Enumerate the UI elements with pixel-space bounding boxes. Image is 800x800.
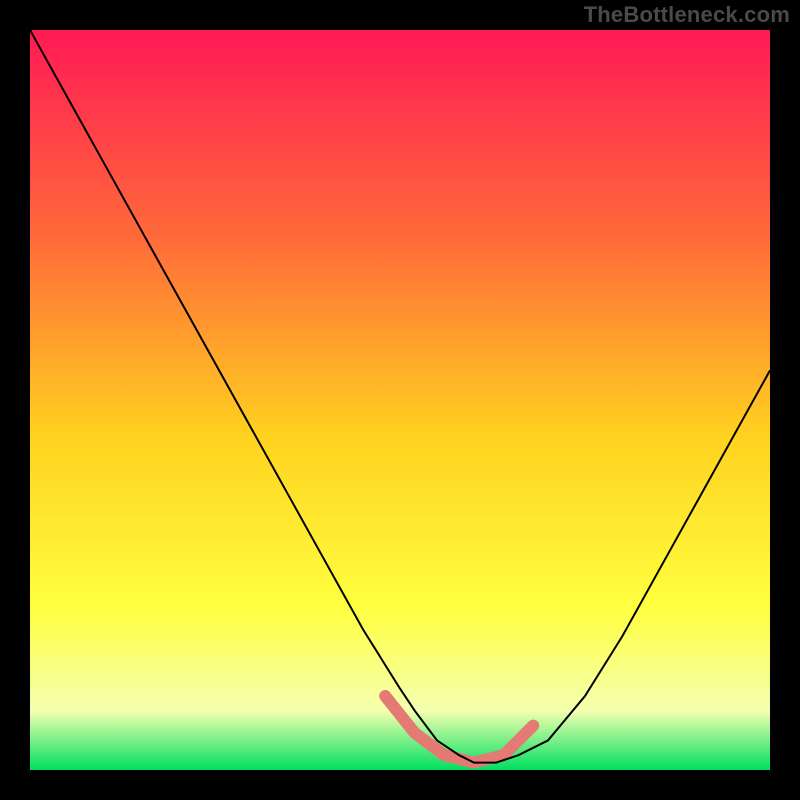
chart-svg xyxy=(30,30,770,770)
watermark-text: TheBottleneck.com xyxy=(584,2,790,28)
plot-area xyxy=(30,30,770,770)
gradient-background xyxy=(30,30,770,770)
chart-frame: TheBottleneck.com xyxy=(0,0,800,800)
